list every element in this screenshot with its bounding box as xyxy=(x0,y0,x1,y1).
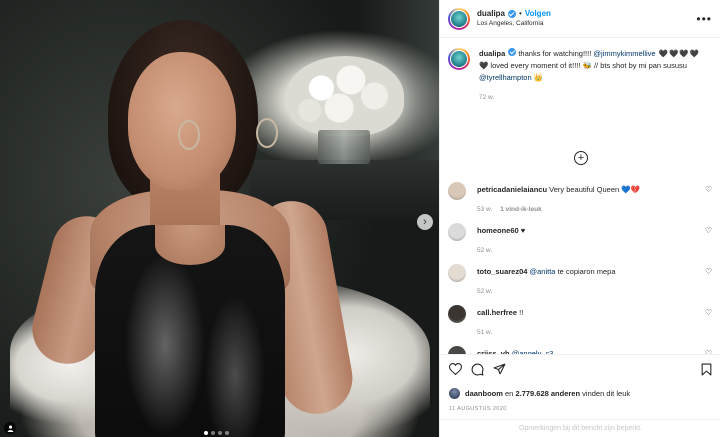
liked-by-connector: en xyxy=(502,389,516,398)
comment-row: petricadanielaiancu Very beautiful Queen… xyxy=(448,182,712,215)
photo-vase xyxy=(318,130,370,164)
caption-avatar[interactable] xyxy=(448,48,470,70)
comment-text: ♥ xyxy=(518,226,526,235)
caption-emoji: 👑 xyxy=(531,73,544,82)
carousel-dot xyxy=(211,431,215,435)
post-actions: daanboom en 2.779.628 anderen vinden dit… xyxy=(440,354,720,412)
carousel-dot xyxy=(218,431,222,435)
caption-text-1: thanks for watching!!!! xyxy=(516,49,594,58)
comment-row: call.herfree !! 51 w. ♡ xyxy=(448,305,712,338)
comment-row: toto_suarez04 @anitta te copiaron mepa 52… xyxy=(448,264,712,297)
chevron-right-icon: › xyxy=(423,215,427,228)
comment-like-heart-icon[interactable]: ♡ xyxy=(705,226,712,256)
comment-text: te copiaron mepa xyxy=(555,267,616,276)
comment-timestamp[interactable]: 51 w. xyxy=(477,328,492,338)
caption-hearts: 🖤🖤🖤🖤 xyxy=(655,49,701,58)
comments-section[interactable]: dualipa thanks for watching!!!! @jimmyki… xyxy=(440,38,720,354)
comment-text: Very beautiful Queen 💙💔 xyxy=(547,185,640,194)
carousel-dot xyxy=(204,431,208,435)
comment-username[interactable]: call.herfree xyxy=(477,308,517,317)
heart-icon[interactable] xyxy=(449,363,462,375)
post-header: dualipa • Volgen Los Angeles, California… xyxy=(440,0,720,38)
comment-like-heart-icon[interactable]: ♡ xyxy=(705,308,712,338)
follow-button[interactable]: Volgen xyxy=(525,9,551,18)
photo-flowers xyxy=(286,56,404,136)
post-photo[interactable]: › xyxy=(0,0,439,437)
bookmark-icon[interactable] xyxy=(701,363,712,376)
photo-subject-neckline xyxy=(155,225,225,265)
verified-badge-icon xyxy=(508,9,517,18)
post-location[interactable]: Los Angeles, California xyxy=(477,20,551,27)
user-tag-button[interactable] xyxy=(4,422,16,434)
comment-text: !! xyxy=(517,308,524,317)
plus-circle-icon: + xyxy=(577,151,585,164)
comment-timestamp[interactable]: 53 w. xyxy=(477,205,492,215)
share-icon[interactable] xyxy=(493,363,506,375)
post-caption: dualipa thanks for watching!!!! @jimmyki… xyxy=(448,48,712,104)
load-more-comments-button[interactable]: + xyxy=(574,151,588,165)
comment-avatar[interactable] xyxy=(448,264,466,282)
liked-by: daanboom en 2.779.628 anderen vinden dit… xyxy=(449,388,712,399)
comment-like-heart-icon[interactable]: ♡ xyxy=(705,185,712,215)
photo-earring-right xyxy=(256,118,278,148)
photo-subject-face xyxy=(128,52,236,190)
photo-earring-left xyxy=(178,120,200,150)
carousel-dot xyxy=(225,431,229,435)
comments-restricted-text: Opmerkingen bij dit bericht zijn beperkt… xyxy=(519,425,642,432)
comments-restricted-notice: Opmerkingen bij dit bericht zijn beperkt… xyxy=(440,419,720,437)
caption-username[interactable]: dualipa xyxy=(479,49,505,58)
comment-mention[interactable]: @anitta xyxy=(527,267,556,276)
more-options-button[interactable]: ••• xyxy=(696,12,712,26)
caption-mention-tyrellhampton[interactable]: @tyrellhampton xyxy=(479,73,532,82)
comment-username[interactable]: homeone60 xyxy=(477,226,519,235)
comment-avatar[interactable] xyxy=(448,182,466,200)
comment-timestamp[interactable]: 52 w. xyxy=(477,287,492,297)
post-date[interactable]: 11 augustus 2020 xyxy=(449,406,712,412)
liked-by-avatar[interactable] xyxy=(449,388,460,399)
author-avatar[interactable] xyxy=(448,7,470,30)
comment-like-heart-icon[interactable]: ♡ xyxy=(705,267,712,297)
caption-heart: 🖤 xyxy=(479,61,489,70)
caption-mention-jimmykimmellive[interactable]: @jimmykimmellive xyxy=(593,49,655,58)
caption-timestamp[interactable]: 72 w. xyxy=(479,92,700,104)
comment-avatar[interactable] xyxy=(448,305,466,323)
comment-avatar[interactable] xyxy=(448,223,466,241)
comment-icon[interactable] xyxy=(471,363,484,376)
carousel-dots xyxy=(204,431,229,435)
comment-like-count[interactable]: 1 vind-ik-leuk xyxy=(500,205,542,215)
caption-text-2: loved every moment of it!!!! 🐝 // bts sh… xyxy=(488,61,687,70)
comment-username[interactable]: toto_suarez04 xyxy=(477,267,527,276)
liked-by-count[interactable]: 2.779.628 anderen xyxy=(515,389,580,398)
liked-by-suffix: vinden dit leuk xyxy=(580,389,631,398)
comment-row: homeone60 ♥ 52 w. ♡ xyxy=(448,223,712,256)
header-separator: • xyxy=(519,9,522,19)
author-username[interactable]: dualipa xyxy=(477,9,505,18)
user-tag-icon xyxy=(7,425,13,432)
liked-by-username[interactable]: daanboom xyxy=(465,389,503,398)
comment-username[interactable]: petricadanielaiancu xyxy=(477,185,547,194)
comment-timestamp[interactable]: 52 w. xyxy=(477,246,492,256)
post-details-panel: dualipa • Volgen Los Angeles, California… xyxy=(439,0,720,437)
next-media-button[interactable]: › xyxy=(417,214,433,230)
comment-avatar[interactable] xyxy=(448,346,466,354)
